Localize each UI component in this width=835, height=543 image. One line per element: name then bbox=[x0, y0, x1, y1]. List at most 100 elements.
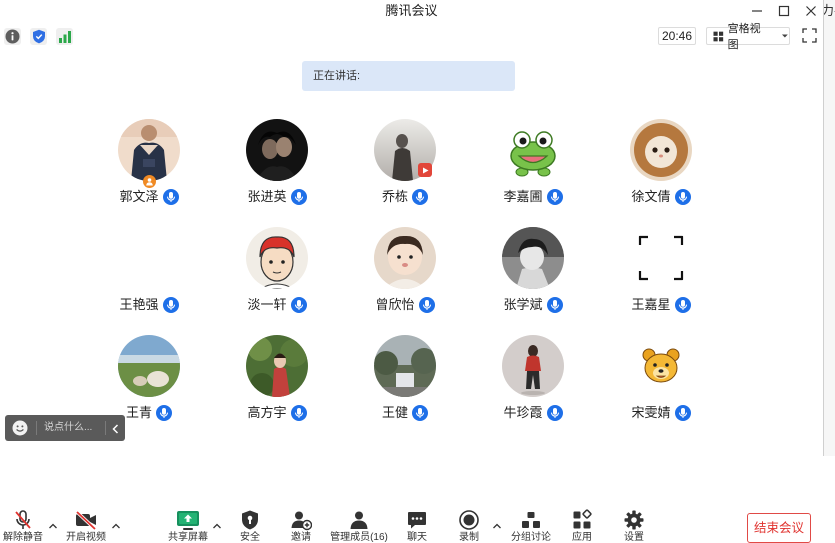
participant-name: 乔栋 bbox=[381, 189, 408, 204]
shield-icon bbox=[32, 29, 45, 44]
participant-tile[interactable]: 王健 bbox=[341, 335, 469, 421]
avatar bbox=[118, 119, 180, 181]
participant-name: 高方宇 bbox=[247, 405, 287, 420]
participant-tile[interactable]: 淡一轩 bbox=[213, 227, 341, 313]
participant-tile[interactable]: 高方宇 bbox=[213, 335, 341, 421]
maximize-button[interactable] bbox=[776, 3, 792, 19]
participant-name: 张进英 bbox=[247, 189, 287, 204]
participant-name: 王艳强 bbox=[119, 297, 159, 312]
record-label: 录制 bbox=[459, 532, 479, 543]
invite-button[interactable]: 邀请 bbox=[278, 509, 324, 543]
start-video-button[interactable]: 开启视频 bbox=[63, 509, 109, 543]
shield-icon bbox=[242, 510, 258, 530]
view-mode-dropdown[interactable]: 宫格视图 bbox=[706, 23, 790, 51]
smiley-icon bbox=[12, 420, 28, 436]
participant-tile[interactable]: 李嘉圃 bbox=[469, 119, 597, 205]
share-screen-label: 共享屏幕 bbox=[168, 532, 208, 543]
grid-view-icon bbox=[713, 31, 724, 41]
participant-tile[interactable]: 牛珍霞 bbox=[469, 335, 597, 421]
avatar bbox=[246, 119, 308, 181]
security-status-button[interactable] bbox=[30, 28, 47, 45]
avatar bbox=[502, 335, 564, 397]
chat-input[interactable]: 说点什么... bbox=[44, 415, 92, 441]
end-meeting-button[interactable]: 结束会议 bbox=[747, 513, 811, 543]
mic-on-icon bbox=[163, 297, 179, 313]
emoji-button[interactable] bbox=[12, 420, 28, 436]
avatar bbox=[502, 227, 564, 289]
participant-tile[interactable]: 曾欣怡 bbox=[341, 227, 469, 313]
unmute-button[interactable]: 解除静音 bbox=[0, 509, 46, 543]
participant-tile[interactable]: 张学斌 bbox=[469, 227, 597, 313]
chat-icon bbox=[408, 512, 426, 529]
participant-name: 郭文泽 bbox=[119, 189, 159, 204]
participant-tile[interactable]: 乔栋 bbox=[341, 119, 469, 205]
mic-on-icon bbox=[412, 405, 428, 421]
settings-label: 设置 bbox=[624, 532, 644, 543]
apps-button[interactable]: 应用 bbox=[559, 509, 605, 543]
record-icon bbox=[459, 510, 479, 530]
audio-options-caret-icon[interactable] bbox=[48, 522, 58, 530]
meeting-window: 腾讯会议 力手 20:46 bbox=[0, 0, 835, 543]
background-window-text: 力手 bbox=[824, 3, 835, 19]
participant-tile[interactable]: 郭文泽 bbox=[85, 119, 213, 205]
share-screen-icon bbox=[177, 511, 199, 530]
manage-members-button[interactable]: 管理成员(16) bbox=[330, 509, 388, 543]
avatar bbox=[630, 119, 692, 181]
avatar bbox=[246, 335, 308, 397]
participant-tile[interactable]: 张进英 bbox=[213, 119, 341, 205]
avatar bbox=[630, 227, 692, 289]
participant-tile[interactable]: 王艳强 bbox=[85, 227, 213, 313]
participant-name: 王健 bbox=[381, 405, 408, 420]
collapse-button[interactable] bbox=[110, 422, 122, 434]
video-badge-icon bbox=[418, 163, 432, 177]
quick-chat-bar[interactable]: 说点什么... bbox=[5, 415, 125, 441]
gear-icon bbox=[624, 510, 644, 530]
fullscreen-button[interactable] bbox=[802, 28, 817, 43]
start-video-label: 开启视频 bbox=[66, 532, 106, 543]
avatar bbox=[630, 335, 692, 397]
participant-tile[interactable]: 王青 bbox=[85, 335, 213, 421]
mic-on-icon bbox=[291, 297, 307, 313]
participant-tile[interactable]: 宋雯婧 bbox=[597, 335, 725, 421]
participant-name: 王嘉星 bbox=[631, 297, 671, 312]
mic-on-icon bbox=[547, 297, 563, 313]
share-options-caret-icon[interactable] bbox=[212, 522, 222, 530]
record-button[interactable]: 录制 bbox=[446, 509, 492, 543]
mic-on-icon bbox=[163, 189, 179, 205]
mic-on-icon bbox=[547, 405, 563, 421]
participant-tile[interactable]: 王嘉星 bbox=[597, 227, 725, 313]
add-user-icon bbox=[291, 511, 312, 531]
invite-label: 邀请 bbox=[291, 532, 311, 543]
manage-members-label: 管理成员(16) bbox=[330, 532, 388, 543]
window-title: 腾讯会议 bbox=[385, 3, 438, 18]
avatar bbox=[246, 227, 308, 289]
mic-on-icon bbox=[675, 405, 691, 421]
participant-name: 王青 bbox=[125, 405, 152, 420]
network-status-button[interactable] bbox=[56, 28, 73, 45]
avatar bbox=[374, 227, 436, 289]
security-button[interactable]: 安全 bbox=[227, 509, 273, 543]
participant-name: 牛珍霞 bbox=[503, 405, 543, 420]
participant-name: 张学斌 bbox=[503, 297, 543, 312]
meeting-info-button[interactable] bbox=[4, 28, 21, 45]
avatar bbox=[374, 335, 436, 397]
settings-button[interactable]: 设置 bbox=[611, 509, 657, 543]
mic-on-icon bbox=[547, 189, 563, 205]
participant-name: 李嘉圃 bbox=[503, 189, 543, 204]
video-options-caret-icon[interactable] bbox=[111, 522, 121, 530]
dropdown-caret-icon bbox=[782, 34, 789, 38]
participant-tile[interactable]: 徐文倩 bbox=[597, 119, 725, 205]
mic-on-icon bbox=[156, 405, 172, 421]
close-button[interactable] bbox=[803, 3, 819, 19]
breakout-rooms-button[interactable]: 分组讨论 bbox=[508, 509, 554, 543]
fullscreen-icon bbox=[802, 28, 817, 43]
mic-on-icon bbox=[291, 189, 307, 205]
host-badge-icon bbox=[143, 175, 156, 188]
title-bar: 腾讯会议 bbox=[0, 0, 823, 22]
record-options-caret-icon[interactable] bbox=[492, 522, 502, 530]
info-icon bbox=[5, 29, 20, 44]
minimize-button[interactable] bbox=[749, 3, 765, 19]
share-screen-button[interactable]: 共享屏幕 bbox=[165, 509, 211, 543]
chat-button[interactable]: 聊天 bbox=[394, 509, 440, 543]
view-mode-label: 宫格视图 bbox=[727, 23, 761, 51]
